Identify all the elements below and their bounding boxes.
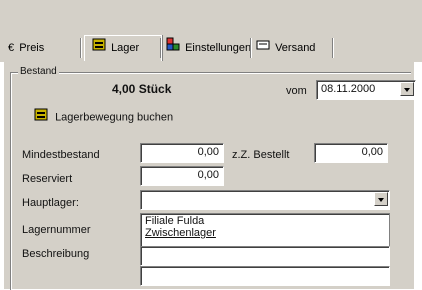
lagernummer-label: Lagernummer [22, 224, 91, 236]
shipping-icon [256, 37, 270, 59]
reserviert-field[interactable]: 0,00 [140, 166, 224, 186]
tab-versand[interactable]: Versand [256, 37, 315, 59]
settings-people-icon [166, 37, 180, 59]
beschreibung-field-2[interactable] [140, 266, 390, 286]
warehouse-icon [92, 37, 106, 59]
booking-button-label: Lagerbewegung buchen [55, 111, 174, 124]
chevron-down-icon[interactable] [374, 192, 388, 206]
warehouse-icon [34, 107, 48, 128]
tab-divider [80, 38, 82, 58]
tab-divider [332, 38, 334, 58]
bestand-group-title: Bestand [18, 66, 59, 78]
tab-einstellungen[interactable]: Einstellungen [166, 37, 251, 59]
reserviert-label: Reserviert [22, 173, 73, 185]
toolbar-area [0, 0, 422, 26]
tab-einstellungen-label: Einstellungen [185, 42, 252, 54]
quantity-display: 4,00 Stück [112, 82, 172, 96]
hauptlager-label: Hauptlager: [22, 197, 79, 209]
mindestbestand-label: Mindestbestand [22, 149, 100, 161]
booking-button[interactable]: Lagerbewegung buchen [34, 107, 173, 127]
mindestbestand-value: 0,00 [197, 146, 219, 158]
beschreibung-field-1[interactable] [140, 246, 390, 266]
tab-versand-label: Versand [275, 42, 316, 54]
hauptlager-select[interactable] [140, 190, 390, 210]
date-field[interactable]: 08.11.2000 [316, 80, 416, 100]
tab-divider [160, 38, 162, 58]
zz-bestellt-value: 0,00 [361, 146, 383, 158]
tab-lager-label: Lager [111, 42, 140, 54]
mindestbestand-field[interactable]: 0,00 [140, 143, 224, 163]
date-value: 08.11.2000 [321, 83, 376, 95]
tab-preis-label: Preis [19, 42, 45, 54]
date-label: vom [286, 85, 307, 97]
euro-icon: € [8, 42, 15, 55]
list-item[interactable]: Filiale Fulda [145, 215, 385, 227]
beschreibung-label: Beschreibung [22, 248, 90, 260]
inventory-dialog: € Preis Lager Einstellungen Versand Best… [0, 0, 422, 290]
reserviert-value: 0,00 [197, 169, 219, 181]
list-item[interactable]: Zwischenlager [145, 227, 385, 239]
tab-divider [250, 38, 252, 58]
tab-lager[interactable]: Lager [92, 37, 139, 59]
zz-bestellt-label: z.Z. Bestellt [232, 149, 290, 161]
zz-bestellt-field[interactable]: 0,00 [314, 143, 388, 163]
tab-preis[interactable]: € Preis [8, 37, 44, 59]
chevron-down-icon[interactable] [400, 82, 414, 96]
lager-listbox[interactable]: Filiale Fulda Zwischenlager [140, 213, 390, 247]
